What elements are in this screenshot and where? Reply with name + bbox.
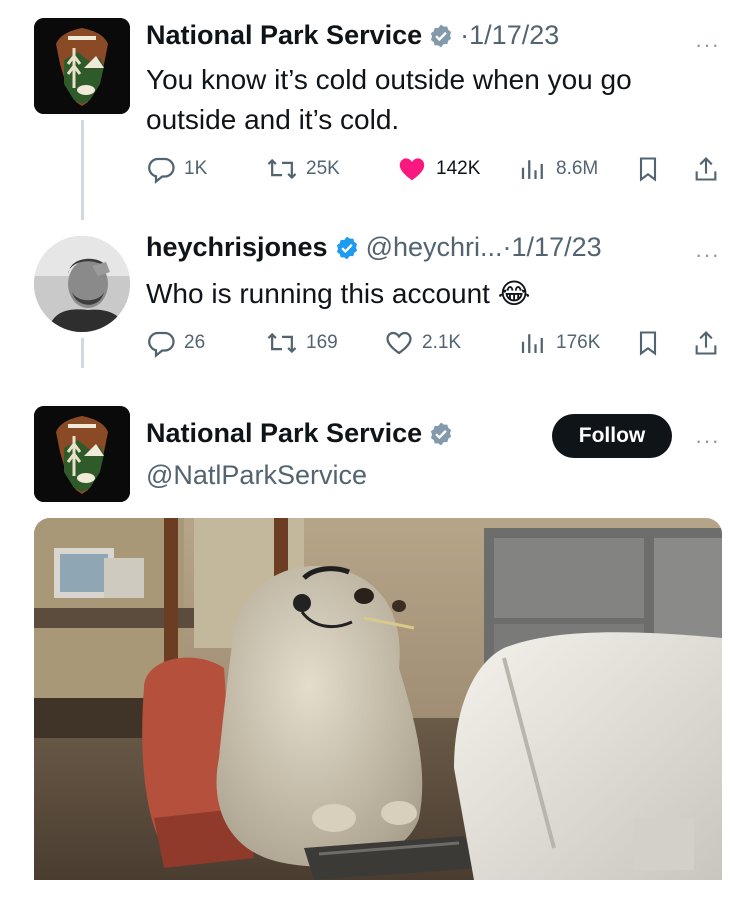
like-icon <box>386 331 412 355</box>
like-button[interactable]: 2.1K <box>384 326 461 360</box>
views-button[interactable]: 8.6M <box>518 152 598 186</box>
tweet-text-row: Who is running this account 😂 <box>146 274 726 314</box>
tweet-1[interactable]: National Park Service · 1/17/23 ··· You … <box>0 0 750 220</box>
tweet-text: Who is running this account <box>146 278 490 309</box>
author-handle[interactable]: @heychri... <box>366 232 503 263</box>
follow-button[interactable]: Follow <box>552 414 672 458</box>
reply-icon <box>148 157 175 184</box>
profile-handle-row: @NatlParkService <box>146 460 367 491</box>
retweet-count: 25K <box>306 158 340 179</box>
like-count: 2.1K <box>422 332 462 353</box>
more-icon[interactable]: ··· <box>695 34 720 56</box>
verified-badge-icon <box>431 24 452 47</box>
thread-connector <box>81 338 84 368</box>
reply-icon <box>148 331 175 358</box>
retweet-icon <box>267 332 297 354</box>
like-button[interactable]: 142K <box>396 152 480 186</box>
views-icon <box>521 160 543 179</box>
author-name[interactable]: National Park Service <box>146 20 422 51</box>
profile-photo-icon <box>34 236 130 332</box>
more-icon[interactable]: ··· <box>695 244 720 266</box>
views-icon <box>521 334 543 353</box>
tweet-text: You know it’s cold outside when you go o… <box>146 64 632 135</box>
like-count: 142K <box>436 158 481 179</box>
views-count: 8.6M <box>556 158 599 179</box>
retweet-button[interactable]: 25K <box>266 152 340 186</box>
nps-avatar[interactable] <box>34 406 130 502</box>
separator: · <box>460 20 470 50</box>
views-button[interactable]: 176K <box>518 326 600 360</box>
retweet-icon <box>267 158 297 180</box>
bookmark-icon <box>639 157 657 182</box>
reply-count: 26 <box>184 332 206 353</box>
tweet-2-header: heychrisjones @heychri... · 1/17/23 <box>146 232 602 263</box>
retweet-count: 169 <box>306 332 338 353</box>
profile-header: National Park Service <box>146 418 460 449</box>
prairie-dog-at-computer-image <box>34 518 722 880</box>
bookmark-icon <box>639 331 657 356</box>
nps-arrowhead-logo-icon <box>34 406 130 502</box>
retweet-button[interactable]: 169 <box>266 326 338 360</box>
thread-connector <box>81 120 84 220</box>
tweet-date[interactable]: 1/17/23 <box>512 232 602 263</box>
reply-button[interactable]: 26 <box>146 326 205 360</box>
separator: · <box>502 232 512 262</box>
profile-handle[interactable]: @NatlParkService <box>146 460 367 491</box>
share-button[interactable] <box>692 326 728 360</box>
nps-avatar[interactable] <box>34 18 130 114</box>
share-icon <box>695 331 717 355</box>
nps-arrowhead-logo-icon <box>34 18 130 114</box>
more-icon[interactable]: ··· <box>695 430 720 452</box>
tweet-date[interactable]: 1/17/23 <box>469 20 559 51</box>
verified-badge-icon <box>431 422 452 445</box>
user-avatar[interactable] <box>34 236 130 332</box>
like-icon <box>399 158 425 181</box>
laughing-emoji-icon: 😂 <box>497 278 531 309</box>
views-count: 176K <box>556 332 601 353</box>
verified-badge-icon <box>336 236 357 259</box>
share-button[interactable] <box>692 152 728 186</box>
profile-name[interactable]: National Park Service <box>146 418 422 449</box>
tweet-1-header: National Park Service · 1/17/23 <box>146 20 559 51</box>
bookmark-button[interactable] <box>634 152 670 186</box>
tweet-media-image[interactable] <box>34 518 722 880</box>
reply-count: 1K <box>184 158 208 179</box>
tweet-1-actions: 1K 25K 142K 8.6M <box>146 152 726 186</box>
share-icon <box>695 157 717 181</box>
author-name[interactable]: heychrisjones <box>146 232 328 263</box>
reply-button[interactable]: 1K <box>146 152 207 186</box>
tweet-2[interactable]: heychrisjones @heychri... · 1/17/23 ··· … <box>0 218 750 388</box>
tweet-2-actions: 26 169 2.1K 176K <box>146 326 726 360</box>
bookmark-button[interactable] <box>634 326 670 360</box>
